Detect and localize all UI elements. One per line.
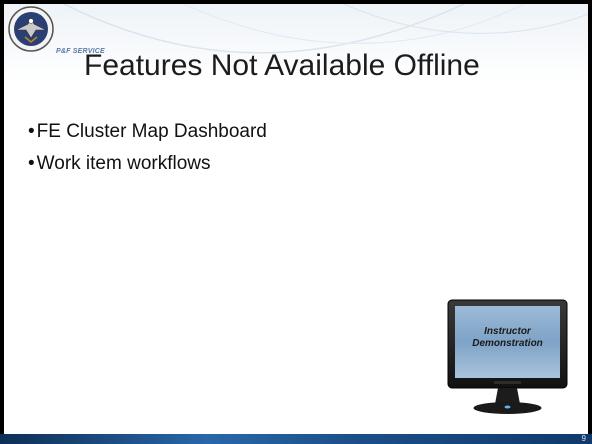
slide: P&F SERVICE Features Not Available Offli… — [0, 0, 592, 444]
bullet-item: • Work item workflows — [28, 153, 267, 175]
bullet-list: • FE Cluster Map Dashboard • Work item wor… — [28, 121, 267, 185]
slide-canvas: P&F SERVICE Features Not Available Offli… — [4, 4, 588, 434]
monitor-line2: Demonstration — [472, 338, 543, 349]
bullet-dot: • — [28, 153, 35, 174]
monitor-line1: Instructor — [484, 326, 531, 337]
bullet-item: • FE Cluster Map Dashboard — [28, 121, 267, 143]
slide-title: Features Not Available Offline — [84, 49, 480, 82]
footer-bar: 9 — [0, 434, 592, 444]
page-number: 9 — [581, 434, 586, 443]
va-seal-icon — [8, 6, 54, 52]
monitor-icon — [447, 299, 568, 414]
bullet-text: Work item workflows — [36, 153, 211, 174]
bullet-text: FE Cluster Map Dashboard — [36, 121, 267, 142]
monitor-screen-text: Instructor Demonstration — [455, 326, 560, 350]
bullet-dot: • — [28, 121, 35, 142]
